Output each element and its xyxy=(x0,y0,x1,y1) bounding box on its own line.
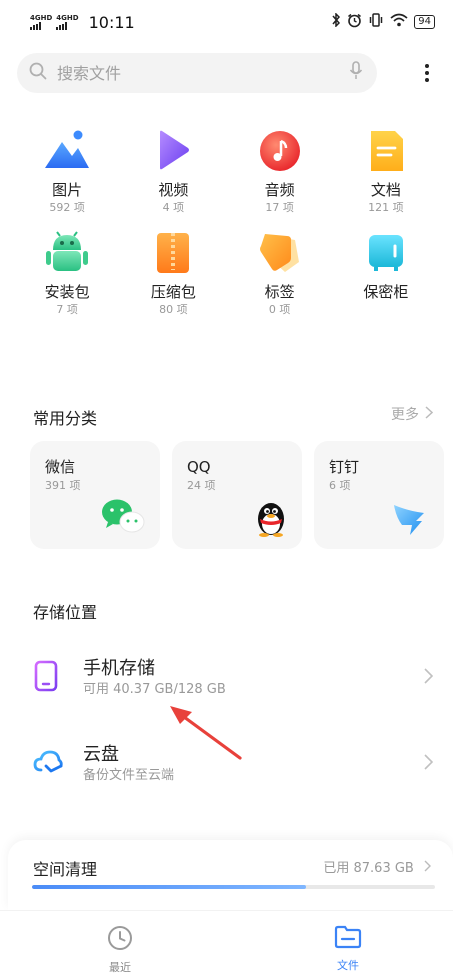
tab-recent[interactable]: 最近 xyxy=(90,925,150,975)
category-count: 7 项 xyxy=(56,303,78,316)
app-name: 微信 xyxy=(45,458,76,476)
storage-item-phone[interactable]: 手机存储 可用 40.37 GB/128 GB xyxy=(0,643,453,713)
storage-name: 云盘 xyxy=(83,744,119,765)
app-count: 6 项 xyxy=(329,479,351,492)
cloud-icon xyxy=(33,749,63,779)
clock-icon xyxy=(107,925,133,955)
more-link[interactable]: 更多 xyxy=(391,404,434,424)
more-label: 更多 xyxy=(391,407,419,423)
storage-text: 手机存储 可用 40.37 GB/128 GB xyxy=(83,657,226,699)
chevron-right-icon xyxy=(425,405,434,423)
category-videos[interactable]: 视频 4 项 xyxy=(120,128,226,216)
app-cards: 微信 391 项 QQ 24 项 钉钉 6 项 xyxy=(30,441,444,549)
search-input[interactable] xyxy=(57,63,349,83)
app-count: 391 项 xyxy=(45,479,81,492)
battery-indicator: 94 xyxy=(414,15,435,29)
storage-name: 手机存储 xyxy=(83,658,155,679)
sim1-label: 4GHD xyxy=(30,13,53,22)
android-package-icon xyxy=(42,230,92,276)
document-icon xyxy=(361,128,411,174)
category-count: 4 项 xyxy=(162,201,185,214)
alarm-icon xyxy=(347,13,362,32)
cleanup-used: 已用 87.63 GB xyxy=(323,857,431,876)
bluetooth-icon xyxy=(331,12,341,31)
dingtalk-icon xyxy=(390,499,430,541)
category-images[interactable]: 图片 592 项 xyxy=(14,128,120,216)
more-options-icon[interactable] xyxy=(417,64,437,82)
category-count: 592 项 xyxy=(49,201,85,214)
category-name: 音频 xyxy=(264,181,295,199)
category-name: 安装包 xyxy=(44,283,90,301)
category-name: 压缩包 xyxy=(150,283,196,301)
category-tags[interactable]: 标签 0 项 xyxy=(227,230,333,318)
category-count: 17 项 xyxy=(265,201,294,214)
tab-files-label: 文件 xyxy=(337,959,359,972)
vibrate-icon xyxy=(368,13,384,31)
category-name: 图片 xyxy=(52,181,83,199)
qq-penguin-icon xyxy=(254,499,288,541)
category-count: 80 项 xyxy=(159,303,188,316)
tag-icon xyxy=(255,230,305,276)
wifi-icon xyxy=(390,13,408,31)
signal-bars-icon xyxy=(30,21,41,30)
signal-bars-icon xyxy=(56,21,68,30)
search-bar[interactable] xyxy=(17,53,377,93)
storage-usage-fill xyxy=(32,885,307,889)
category-name: 保密柜 xyxy=(363,283,409,301)
category-archives[interactable]: 压缩包 80 项 xyxy=(120,230,226,318)
storage-usage-bar xyxy=(32,885,435,889)
video-icon xyxy=(148,128,198,174)
sim2-label: 4GHD xyxy=(56,13,79,22)
safe-icon xyxy=(361,230,411,276)
app-card-qq[interactable]: QQ 24 项 xyxy=(172,441,302,549)
folder-icon xyxy=(334,925,362,953)
chevron-right-icon xyxy=(424,860,431,872)
category-count: 121 项 xyxy=(368,201,404,214)
search-row xyxy=(17,52,437,94)
wechat-icon xyxy=(100,497,146,541)
app-name: QQ xyxy=(187,458,211,476)
search-icon xyxy=(29,62,47,84)
category-name: 文档 xyxy=(370,181,401,199)
app-card-dingtalk[interactable]: 钉钉 6 项 xyxy=(314,441,444,549)
tab-recent-label: 最近 xyxy=(109,961,131,974)
bottom-nav: 最近 文件 xyxy=(0,910,453,976)
app-card-wechat[interactable]: 微信 391 项 xyxy=(30,441,160,549)
microphone-icon[interactable] xyxy=(349,61,363,85)
section-title-storage: 存储位置 xyxy=(33,603,98,622)
section-title-common: 常用分类 xyxy=(33,409,98,428)
clock: 10:11 xyxy=(88,12,135,32)
space-cleanup-card[interactable]: 空间清理 已用 87.63 GB xyxy=(8,840,453,910)
category-audio[interactable]: 音频 17 项 xyxy=(227,128,333,216)
tab-files[interactable]: 文件 xyxy=(318,925,378,973)
category-count: 0 项 xyxy=(268,303,291,316)
category-safe[interactable]: 保密柜 xyxy=(333,230,439,318)
category-documents[interactable]: 文档 121 项 xyxy=(333,128,439,216)
signal-sim1: 4GHD xyxy=(30,13,53,30)
category-grid: 图片 592 项 视频 4 项 音频 17 项 文档 121 项 安装包 7 项… xyxy=(14,128,439,318)
cleanup-used-label: 已用 87.63 GB xyxy=(323,861,414,876)
phone-storage-icon xyxy=(33,660,59,696)
chevron-right-icon xyxy=(424,668,434,688)
storage-description: 备份文件至云端 xyxy=(83,768,175,783)
image-icon xyxy=(42,128,92,174)
category-name: 标签 xyxy=(264,283,295,301)
annotation-arrow xyxy=(168,704,244,766)
storage-capacity: 可用 40.37 GB/128 GB xyxy=(83,682,226,697)
app-name: 钉钉 xyxy=(329,458,360,476)
audio-icon xyxy=(255,128,305,174)
category-name: 视频 xyxy=(158,181,189,199)
app-count: 24 项 xyxy=(187,479,216,492)
storage-text: 云盘 备份文件至云端 xyxy=(83,743,174,785)
status-bar: 4GHD 4GHD 10:11 94 xyxy=(0,0,453,44)
archive-icon xyxy=(148,230,198,276)
category-packages[interactable]: 安装包 7 项 xyxy=(14,230,120,318)
cleanup-title: 空间清理 xyxy=(33,860,98,879)
signal-sim2: 4GHD xyxy=(56,13,79,30)
chevron-right-icon xyxy=(424,754,434,774)
